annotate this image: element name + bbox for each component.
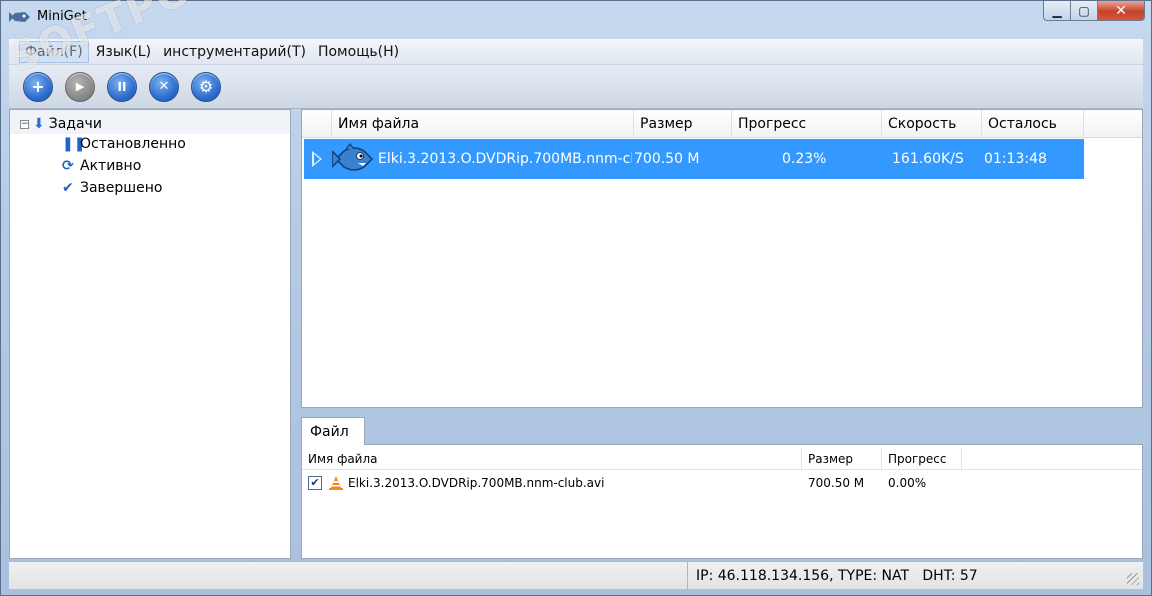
add-task-button[interactable]: + <box>23 71 53 102</box>
window-title: MiniGet <box>37 9 87 24</box>
maximize-button[interactable]: ▢ <box>1071 1 1098 21</box>
column-header-file-name[interactable]: Имя файла <box>302 448 802 470</box>
resize-grip-icon[interactable] <box>1127 573 1139 585</box>
column-header-icon[interactable] <box>302 110 332 138</box>
vlc-cone-icon <box>329 476 343 490</box>
network-status: IP: 46.118.134.156, TYPE: NAT DHT: 57 <box>687 562 1107 590</box>
column-header-progress[interactable]: Прогресс <box>732 110 882 138</box>
add-icon: + <box>31 77 45 96</box>
tree-item-tasks[interactable]: − ⬇ Задачи <box>20 116 102 132</box>
app-fish-icon <box>9 12 30 22</box>
close-button[interactable]: ✕ <box>1098 1 1145 21</box>
menu-tools[interactable]: инструментарий(T) <box>158 42 311 62</box>
delete-task-button[interactable]: ✕ <box>149 71 179 102</box>
check-icon: ✔ <box>62 180 74 196</box>
file-progress: 0.00% <box>888 476 927 490</box>
column-header-remaining[interactable]: Осталось <box>982 110 1084 138</box>
table-row[interactable]: ✔ Elki.3.2013.O.DVDRip.700MB.nnm-club.av… <box>302 472 1142 494</box>
minimize-icon: ▁ <box>1052 3 1062 18</box>
task-progress: 0.23% <box>782 151 827 167</box>
menu-bar: Файл(F) Язык(L) инструментарий(T) Помощь… <box>9 39 1143 65</box>
app-window: MiniGet ▁ ▢ ✕ Файл(F) Язык(L) инструмент… <box>0 0 1152 596</box>
detail-tab-bar: Файл <box>301 417 1143 446</box>
pause-icon: II <box>117 79 127 94</box>
tree-item-label: Активно <box>80 158 142 174</box>
status-bar: IP: 46.118.134.156, TYPE: NAT DHT: 57 <box>9 561 1143 590</box>
table-row[interactable]: Elki.3.2013.O.DVDRip.700MB.nnm-clu... 70… <box>304 139 1084 179</box>
tree-root-label: Задачи <box>48 116 102 132</box>
tree-item-label: Завершено <box>80 180 163 196</box>
task-remaining: 01:13:48 <box>984 151 1047 167</box>
menu-help[interactable]: Помощь(H) <box>313 42 404 62</box>
column-header-file-size[interactable]: Размер <box>802 448 882 470</box>
maximize-icon: ▢ <box>1078 3 1090 18</box>
file-size: 700.50 M <box>808 476 865 490</box>
title-bar[interactable]: MiniGet ▁ ▢ ✕ <box>1 1 1151 33</box>
tree-item-stopped[interactable]: ❚❚ Остановленно <box>62 136 186 152</box>
category-tree: − ⬇ Задачи ❚❚ Остановленно ⟳ Активно ✔ З… <box>9 109 291 559</box>
menu-file[interactable]: Файл(F) <box>19 40 89 63</box>
file-list-header: Имя файла Размер Прогресс <box>302 448 1142 470</box>
tasks-icon: ⬇ <box>33 116 45 132</box>
task-name: Elki.3.2013.O.DVDRip.700MB.nnm-clu... <box>378 151 632 167</box>
file-name: Elki.3.2013.O.DVDRip.700MB.nnm-club.avi <box>348 476 605 490</box>
settings-button[interactable]: ⚙ <box>191 71 221 102</box>
task-list: Имя файла Размер Прогресс Скорость Остал… <box>301 109 1143 408</box>
tree-item-active[interactable]: ⟳ Активно <box>62 158 141 174</box>
window-controls: ▁ ▢ ✕ <box>1043 1 1145 21</box>
toolbar: + ▶ II ✕ ⚙ <box>9 65 1143 109</box>
file-detail-list: Имя файла Размер Прогресс ✔ Elki.3.2013.… <box>301 445 1143 559</box>
task-speed: 161.60K/S <box>892 151 964 167</box>
menu-language[interactable]: Язык(L) <box>91 42 156 62</box>
column-header-file-progress[interactable]: Прогресс <box>882 448 962 470</box>
refresh-icon: ⟳ <box>62 158 74 174</box>
tree-collapse-icon[interactable]: − <box>20 119 29 129</box>
pause-icon: ❚❚ <box>62 136 86 152</box>
column-header-size[interactable]: Размер <box>634 110 732 138</box>
settings-icon: ⚙ <box>198 77 214 96</box>
column-header-name[interactable]: Имя файла <box>332 110 634 138</box>
tree-item-label: Остановленно <box>80 136 186 152</box>
tab-file[interactable]: Файл <box>301 417 365 446</box>
play-icon <box>312 151 322 167</box>
delete-icon: ✕ <box>158 79 170 94</box>
pause-task-button[interactable]: II <box>107 71 137 102</box>
close-icon: ✕ <box>1115 2 1127 19</box>
file-checkbox[interactable]: ✔ <box>308 476 322 490</box>
task-list-header: Имя файла Размер Прогресс Скорость Остал… <box>302 110 1142 138</box>
fish-file-icon <box>332 143 374 171</box>
tree-item-completed[interactable]: ✔ Завершено <box>62 180 162 196</box>
start-icon: ▶ <box>75 80 85 93</box>
minimize-button[interactable]: ▁ <box>1043 1 1071 21</box>
task-size: 700.50 M <box>634 151 700 167</box>
column-header-speed[interactable]: Скорость <box>882 110 982 138</box>
start-task-button[interactable]: ▶ <box>65 71 95 102</box>
